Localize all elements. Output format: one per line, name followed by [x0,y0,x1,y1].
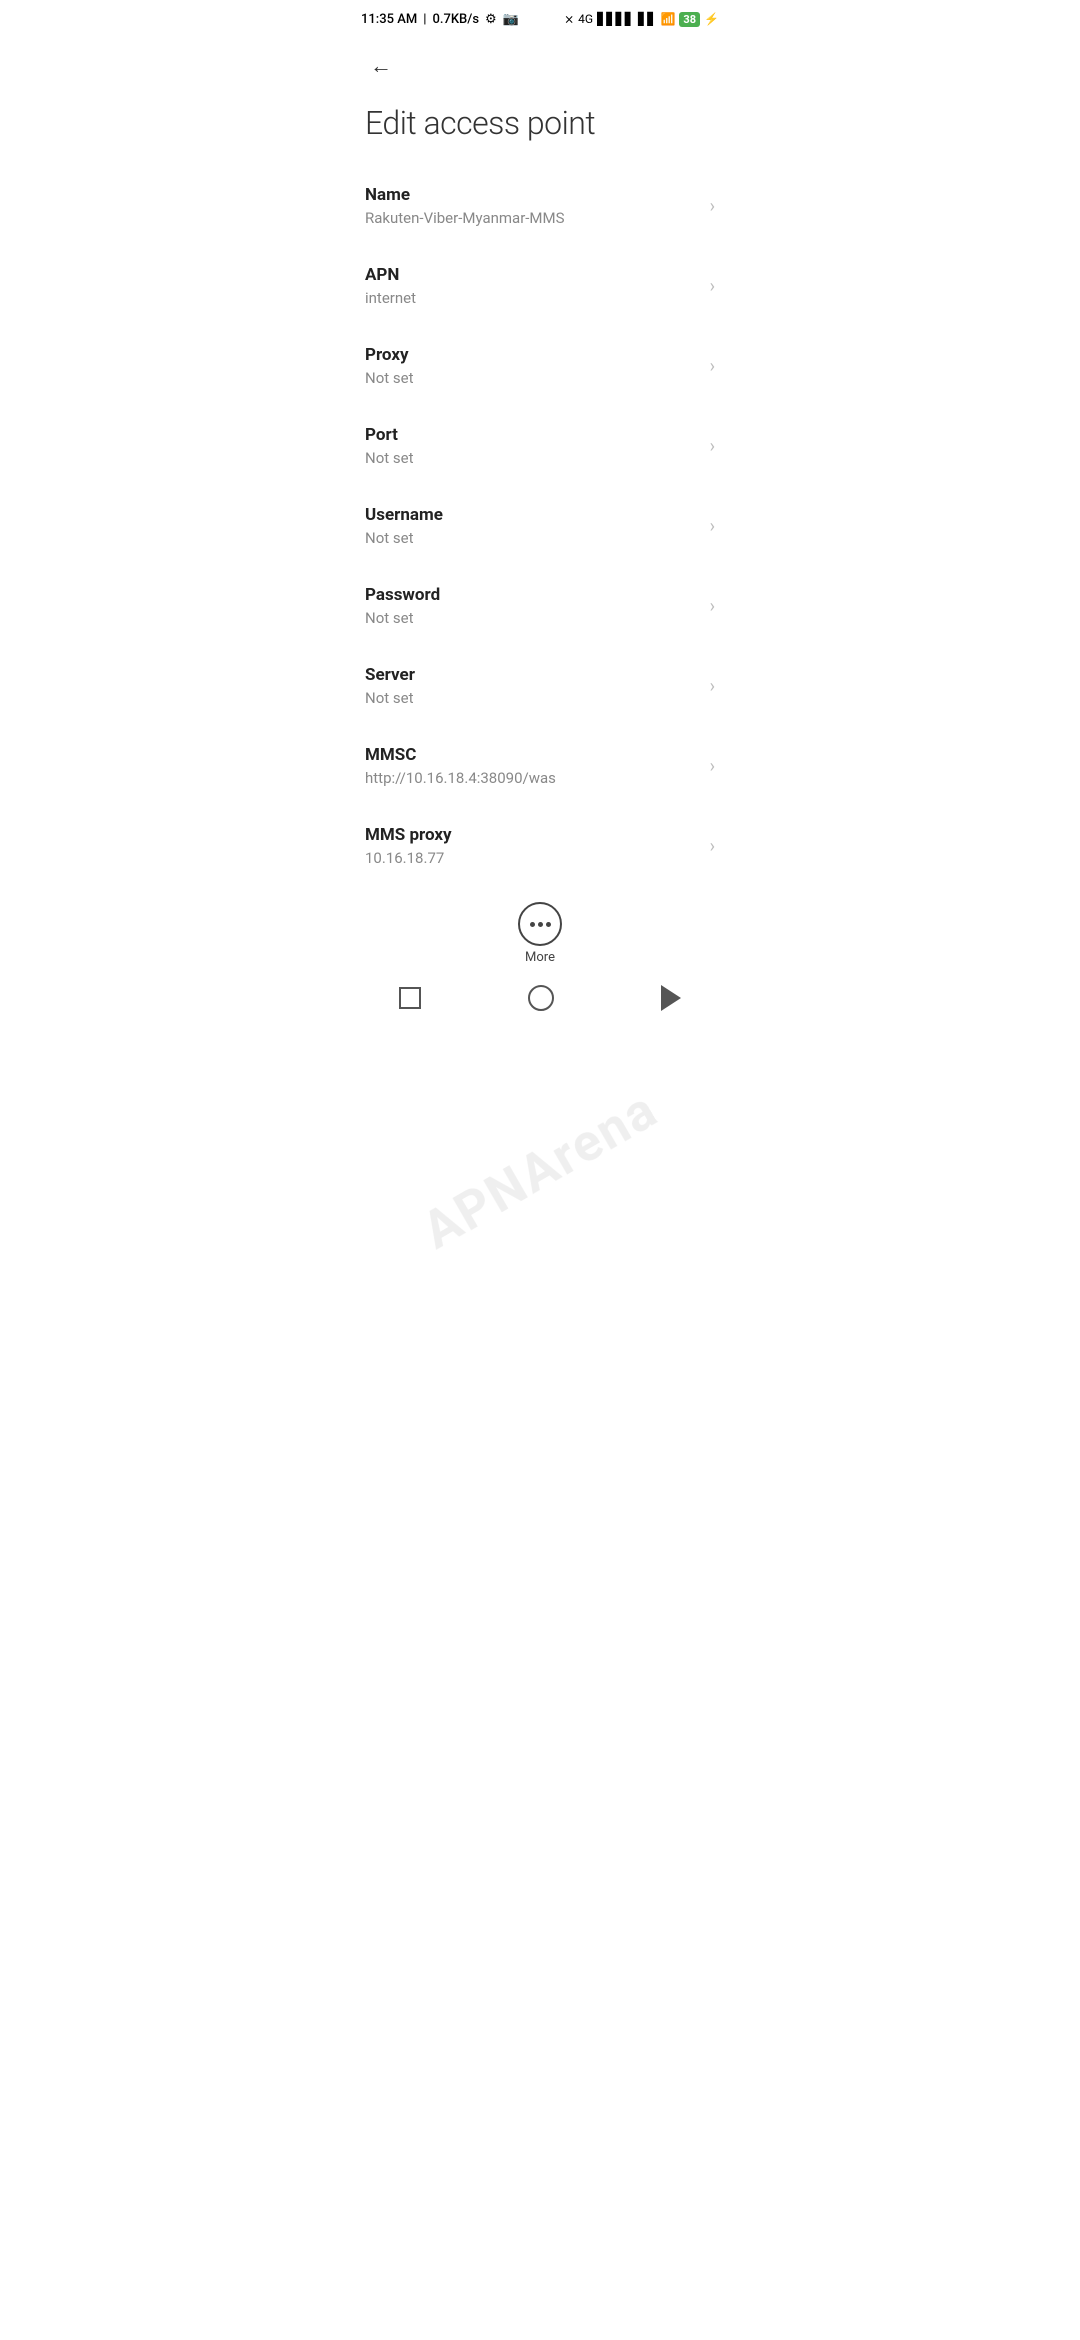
wifi-icon: 📶 [660,12,675,26]
chevron-icon-username: › [710,516,715,537]
settings-item-proxy[interactable]: Proxy Not set › [345,326,735,406]
signal-icon: ▋▋▋▋ [597,12,634,26]
settings-item-value-apn: internet [365,289,698,307]
status-right: ⨯ 4G ▋▋▋▋ ▋▋ 📶 38 ⚡ [564,12,719,27]
chevron-icon-port: › [710,436,715,457]
settings-item-label-server: Server [365,665,698,685]
settings-item-label-apn: APN [365,265,698,285]
battery-icon: 38 [679,12,700,27]
settings-list: Name Rakuten-Viber-Myanmar-MMS › APN interne… [345,166,735,886]
recent-apps-button[interactable] [399,987,421,1009]
settings-item-content-proxy: Proxy Not set [365,345,698,387]
watermark: APNArena [412,1079,668,1262]
settings-item-port[interactable]: Port Not set › [345,406,735,486]
network-speed: 0.7KB/s [432,12,479,27]
settings-item-label-name: Name [365,185,698,205]
time: 11:35 AM [361,12,417,27]
signal-2-icon: ▋▋ [638,12,656,26]
settings-item-content-port: Port Not set [365,425,698,467]
settings-item-value-mms-proxy: 10.16.18.77 [365,849,698,867]
more-dot-3 [546,922,551,927]
settings-item-label-mms-proxy: MMS proxy [365,825,698,845]
settings-item-mmsc[interactable]: MMSC http://10.16.18.4:38090/was › [345,726,735,806]
recent-apps-icon [399,987,421,1009]
separator: | [423,12,426,27]
chevron-icon-apn: › [710,276,715,297]
back-button[interactable]: ← [361,46,401,86]
home-button[interactable] [528,985,554,1011]
more-label: More [525,950,555,965]
settings-item-value-username: Not set [365,529,698,547]
camera-icon: 📷 [503,12,519,27]
settings-item-value-mmsc: http://10.16.18.4:38090/was [365,769,698,787]
chevron-icon-server: › [710,676,715,697]
settings-icon: ⚙ [485,12,497,27]
nav-bar [345,973,735,1031]
charging-icon: ⚡ [704,12,719,26]
chevron-icon-proxy: › [710,356,715,377]
settings-item-content-password: Password Not set [365,585,698,627]
chevron-icon-name: › [710,196,715,217]
page-title: Edit access point [345,96,735,166]
back-arrow-icon: ← [370,53,392,79]
more-dot-2 [538,922,543,927]
settings-item-label-proxy: Proxy [365,345,698,365]
settings-item-value-port: Not set [365,449,698,467]
settings-item-apn[interactable]: APN internet › [345,246,735,326]
chevron-icon-password: › [710,596,715,617]
settings-item-content-name: Name Rakuten-Viber-Myanmar-MMS [365,185,698,227]
toolbar: ← [345,36,735,96]
settings-item-content-mmsc: MMSC http://10.16.18.4:38090/was [365,745,698,787]
settings-item-value-server: Not set [365,689,698,707]
bottom-bar: More [345,886,735,973]
settings-item-value-password: Not set [365,609,698,627]
settings-item-name[interactable]: Name Rakuten-Viber-Myanmar-MMS › [345,166,735,246]
back-nav-icon [661,985,681,1011]
settings-item-content-username: Username Not set [365,505,698,547]
settings-item-password[interactable]: Password Not set › [345,566,735,646]
settings-item-label-password: Password [365,585,698,605]
bluetooth-icon: ⨯ [564,12,574,26]
more-button[interactable] [518,902,562,946]
settings-item-mms-proxy[interactable]: MMS proxy 10.16.18.77 › [345,806,735,886]
settings-item-label-port: Port [365,425,698,445]
home-icon [528,985,554,1011]
settings-item-username[interactable]: Username Not set › [345,486,735,566]
settings-item-label-mmsc: MMSC [365,745,698,765]
status-bar: 11:35 AM | 0.7KB/s ⚙ 📷 ⨯ 4G ▋▋▋▋ ▋▋ 📶 38… [345,0,735,36]
settings-item-content-server: Server Not set [365,665,698,707]
settings-item-content-mms-proxy: MMS proxy 10.16.18.77 [365,825,698,867]
settings-item-value-name: Rakuten-Viber-Myanmar-MMS [365,209,698,227]
status-left: 11:35 AM | 0.7KB/s ⚙ 📷 [361,12,519,27]
chevron-icon-mms-proxy: › [710,836,715,857]
settings-item-value-proxy: Not set [365,369,698,387]
settings-item-label-username: Username [365,505,698,525]
back-nav-button[interactable] [661,985,681,1011]
settings-item-content-apn: APN internet [365,265,698,307]
more-dot-1 [530,922,535,927]
network-icon: 4G [578,12,593,26]
chevron-icon-mmsc: › [710,756,715,777]
settings-item-server[interactable]: Server Not set › [345,646,735,726]
